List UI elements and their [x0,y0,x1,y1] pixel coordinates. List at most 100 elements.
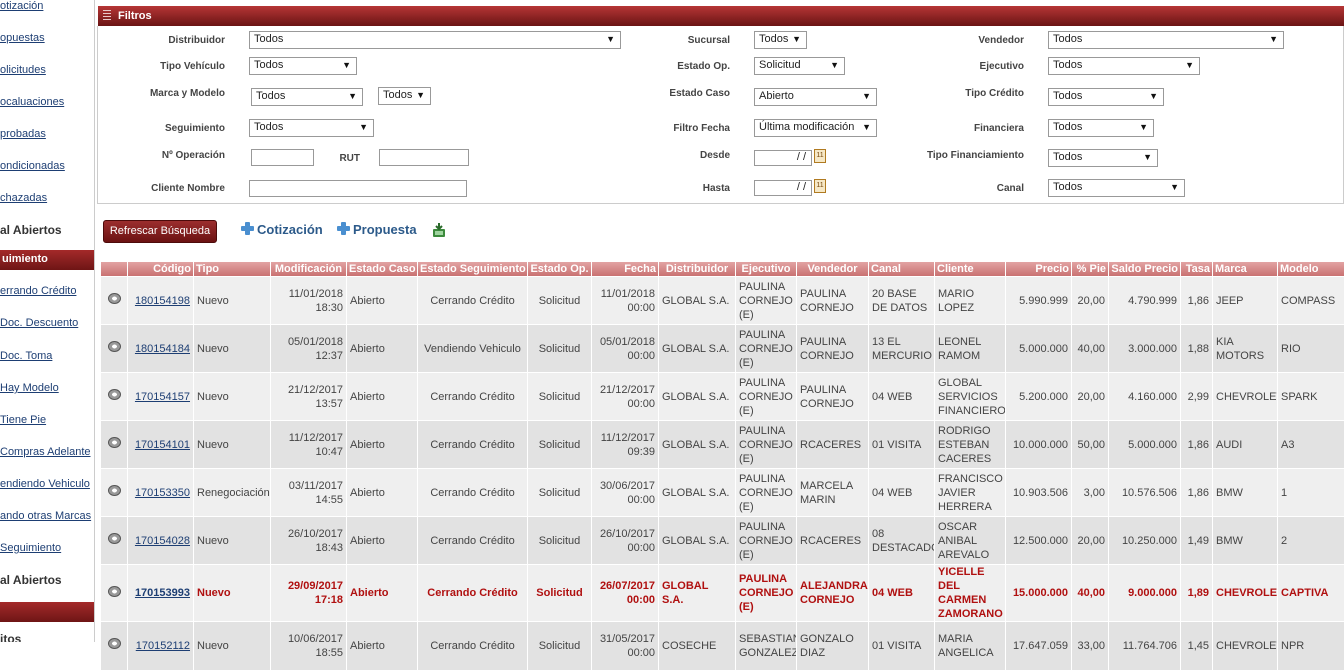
table-cell-codigo[interactable]: 170152112 [128,622,194,670]
sidebar-link-cotizacion[interactable]: otización [0,0,43,12]
select-tipo-vehiculo[interactable]: Todos▼ [249,57,357,75]
input-n-operacion[interactable] [251,149,314,166]
table-row[interactable]: 170153993Nuevo29/09/2017 17:18AbiertoCer… [101,565,1344,622]
table-cell-codigo[interactable]: 180154198 [128,277,194,325]
sidebar-link-condicionadas[interactable]: ondicionadas [0,160,65,172]
calendar-icon[interactable]: 11 [814,149,826,163]
codigo-link[interactable]: 180154198 [135,295,190,307]
select-tipo-financiamiento[interactable]: Todos▼ [1048,149,1158,167]
excel-export-icon[interactable] [432,223,446,238]
sidebar-link-compras-adelante[interactable]: Compras Adelante [0,446,91,458]
refresh-search-button[interactable]: Refrescar Búsqueda [103,220,217,243]
sidebar-link-otras-marcas[interactable]: ando otras Marcas [0,510,91,522]
select-financiera[interactable]: Todos▼ [1048,119,1154,137]
view-detail-icon[interactable] [108,485,121,496]
codigo-link[interactable]: 170154028 [135,535,190,547]
codigo-link[interactable]: 180154184 [135,343,190,355]
table-cell-icon[interactable] [101,277,128,325]
filters-header[interactable]: Filtros [98,6,1344,26]
select-estado-op[interactable]: Solicitud▼ [754,57,845,75]
view-detail-icon[interactable] [108,533,121,544]
input-hasta[interactable]: / / [754,180,812,196]
sidebar-link-doc-toma[interactable]: Doc. Toma [0,350,52,362]
input-desde[interactable]: / / [754,150,812,166]
table-row[interactable]: 170152112Nuevo10/06/2017 18:55AbiertoCer… [101,622,1344,670]
col-header-codigo[interactable]: Código [128,262,194,277]
table-cell-codigo[interactable]: 170154028 [128,517,194,565]
codigo-link[interactable]: 170154157 [135,391,190,403]
col-header-saldo-precio[interactable]: Saldo Precio [1109,262,1181,277]
table-row[interactable]: 170154157Nuevo21/12/2017 13:57AbiertoCer… [101,373,1344,421]
codigo-link[interactable]: 170154101 [135,439,190,451]
select-vendedor[interactable]: Todos▼ [1048,31,1284,49]
table-row[interactable]: 170153350Renegociación03/11/2017 14:55Ab… [101,469,1344,517]
col-header-distribuidor[interactable]: Distribuidor [659,262,736,277]
table-row[interactable]: 170154028Nuevo26/10/2017 18:43AbiertoCer… [101,517,1344,565]
sidebar-link-doc-descuento[interactable]: Doc. Descuento [0,317,78,329]
col-header-modificacion[interactable]: Modificación [271,262,347,277]
select-distribuidor[interactable]: Todos▼ [249,31,621,49]
view-detail-icon[interactable] [108,341,121,352]
select-filtro-fecha[interactable]: Última modificación▼ [754,119,877,137]
table-cell-codigo[interactable]: 170154157 [128,373,194,421]
sidebar-link-cerrando-credito[interactable]: errando Crédito [0,285,76,297]
select-seguimiento[interactable]: Todos▼ [249,119,374,137]
sidebar-link-aprobadas[interactable]: probadas [0,128,46,140]
select-marca[interactable]: Todos▼ [251,88,363,106]
select-tipo-credito[interactable]: Todos▼ [1048,88,1164,106]
table-cell-icon[interactable] [101,421,128,469]
select-estado-caso[interactable]: Abierto▼ [754,88,877,106]
table-row[interactable]: 180154184Nuevo05/01/2018 12:37AbiertoVen… [101,325,1344,373]
input-cliente-nombre[interactable] [249,180,467,197]
table-cell-icon[interactable] [101,325,128,373]
table-cell-codigo[interactable]: 170154101 [128,421,194,469]
table-cell-icon[interactable] [101,373,128,421]
col-header-pie[interactable]: % Pie [1072,262,1109,277]
table-cell-icon[interactable] [101,622,128,670]
codigo-link[interactable]: 170153350 [135,487,190,499]
add-propuesta-button[interactable]: Propuesta [337,222,417,237]
sidebar-link-rechazadas[interactable]: chazadas [0,192,47,204]
view-detail-icon[interactable] [108,586,121,597]
col-header-cliente[interactable]: Cliente [935,262,1006,277]
col-header-canal[interactable]: Canal [869,262,935,277]
codigo-link[interactable]: 170153993 [135,587,190,599]
table-cell-codigo[interactable]: 170153350 [128,469,194,517]
table-cell-icon[interactable] [101,469,128,517]
view-detail-icon[interactable] [108,293,121,304]
sidebar-link-seguimiento[interactable]: Seguimiento [0,542,61,554]
col-header-ejecutivo[interactable]: Ejecutivo [736,262,797,277]
table-cell-codigo[interactable]: 170153993 [128,565,194,622]
view-detail-icon[interactable] [108,437,121,448]
select-canal[interactable]: Todos▼ [1048,179,1185,197]
table-row[interactable]: 170154101Nuevo11/12/2017 10:47AbiertoCer… [101,421,1344,469]
sidebar-link-propuestas[interactable]: opuestas [0,32,45,44]
table-cell-icon[interactable] [101,565,128,622]
view-detail-icon[interactable] [108,389,121,400]
col-header-modelo[interactable]: Modelo [1278,262,1344,277]
sidebar-link-hay-modelo[interactable]: Hay Modelo [0,382,59,394]
add-cotizacion-button[interactable]: Cotización [241,222,323,237]
col-header-vendedor[interactable]: Vendedor [797,262,869,277]
col-header-estado-caso[interactable]: Estado Caso [347,262,418,277]
col-header-fecha[interactable]: Fecha [592,262,659,277]
calendar-icon[interactable]: 11 [814,179,826,193]
select-modelo[interactable]: Todos▼ [378,87,431,105]
sidebar-link-vendiendo-vehiculo[interactable]: endiendo Vehiculo [0,478,90,490]
sidebar-link-solicitudes[interactable]: olicitudes [0,64,46,76]
table-cell-icon[interactable] [101,517,128,565]
select-ejecutivo[interactable]: Todos▼ [1048,57,1200,75]
col-header-tasa[interactable]: Tasa [1181,262,1213,277]
table-row[interactable]: 180154198Nuevo11/01/2018 18:30AbiertoCer… [101,277,1344,325]
col-header-estado-op[interactable]: Estado Op. [528,262,592,277]
col-header-estado-seguimiento[interactable]: Estado Seguimiento [418,262,528,277]
col-header-tipo[interactable]: Tipo [194,262,271,277]
input-rut[interactable] [379,149,469,166]
sidebar-link-tiene-pie[interactable]: Tiene Pie [0,414,46,426]
select-sucursal[interactable]: Todos▼ [754,31,807,49]
col-header-marca[interactable]: Marca [1213,262,1278,277]
view-detail-icon[interactable] [108,638,121,649]
col-header-precio[interactable]: Precio [1006,262,1072,277]
sidebar-link-evaluaciones[interactable]: ocaluaciones [0,96,64,108]
table-cell-codigo[interactable]: 180154184 [128,325,194,373]
